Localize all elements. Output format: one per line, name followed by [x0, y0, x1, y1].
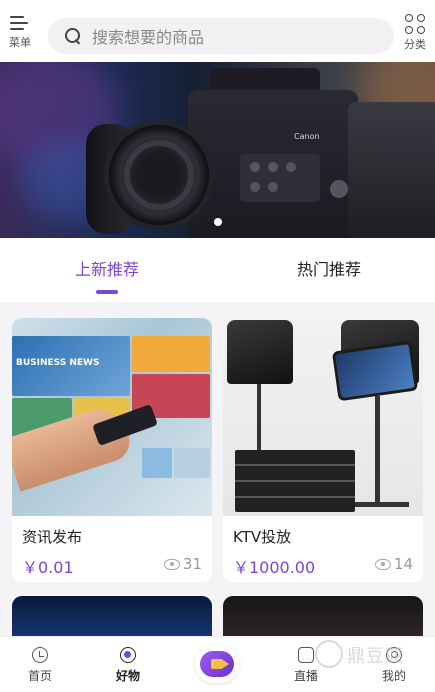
carousel-indicator	[0, 218, 435, 226]
product-title: KTV投放	[233, 528, 292, 546]
goods-icon	[120, 647, 136, 663]
menu-button[interactable]: 菜单	[0, 12, 40, 50]
view-count: 31	[163, 555, 202, 573]
audio-rack	[235, 450, 355, 512]
category-grid-icon	[405, 14, 425, 34]
carousel-dot[interactable]	[213, 218, 222, 226]
eye-icon	[374, 558, 391, 570]
watermark: 鼎豆亚	[311, 634, 421, 684]
product-title: 资讯发布	[22, 528, 83, 546]
product-image: BUSINESS NEWS	[12, 318, 212, 516]
top-header: 菜单 搜索想要的商品 分类	[0, 0, 435, 62]
watermark-logo-icon	[315, 640, 343, 668]
nav-goods[interactable]: 好物	[98, 647, 158, 684]
view-count-value: 31	[182, 555, 202, 573]
product-image	[223, 318, 423, 516]
bottom-navigation: 首页 好物 直播 我的 鼎豆亚	[0, 636, 435, 692]
nav-home-label: 首页	[27, 669, 52, 683]
nav-goods-label: 好物	[115, 669, 140, 683]
search-icon	[64, 27, 82, 45]
eye-icon	[163, 558, 180, 570]
product-price: ￥1000.00	[233, 558, 316, 577]
view-count-value: 14	[393, 555, 413, 573]
watermark-text: 鼎豆亚	[347, 646, 404, 667]
banner-carousel[interactable]: Canon	[0, 62, 435, 238]
camera-brand: Canon	[294, 132, 320, 141]
active-tab-indicator	[96, 290, 118, 294]
menu-label: 菜单	[9, 36, 31, 49]
app-screen: 菜单 搜索想要的商品 分类 Canon 上新推荐 热门推荐 BUSINESS N…	[0, 0, 435, 692]
live-video-icon	[211, 659, 229, 669]
recommend-tabs: 上新推荐 热门推荐	[0, 238, 435, 302]
home-icon	[32, 647, 48, 663]
product-card[interactable]: KTV投放 ￥1000.00 14	[223, 318, 423, 582]
business-news-text: BUSINESS NEWS	[16, 358, 100, 368]
tab-hot-recommend[interactable]: 热门推荐	[297, 256, 361, 280]
search-placeholder: 搜索想要的商品	[92, 28, 205, 47]
category-label: 分类	[404, 38, 426, 51]
speaker-left	[227, 320, 293, 384]
tab-new-recommend[interactable]: 上新推荐	[75, 256, 139, 280]
search-bar[interactable]: 搜索想要的商品	[48, 18, 394, 54]
product-card[interactable]: BUSINESS NEWS 资讯发布 ￥0.01 31	[12, 318, 212, 582]
live-video-button[interactable]	[195, 645, 239, 683]
category-button[interactable]: 分类	[395, 12, 435, 52]
camera-control-panel	[240, 154, 320, 202]
ktv-screen	[331, 340, 419, 402]
nav-home[interactable]: 首页	[10, 647, 70, 684]
camera-lens-ring	[124, 140, 194, 210]
menu-icon	[10, 14, 30, 32]
product-price: ￥0.01	[22, 558, 74, 577]
view-count: 14	[374, 555, 413, 573]
